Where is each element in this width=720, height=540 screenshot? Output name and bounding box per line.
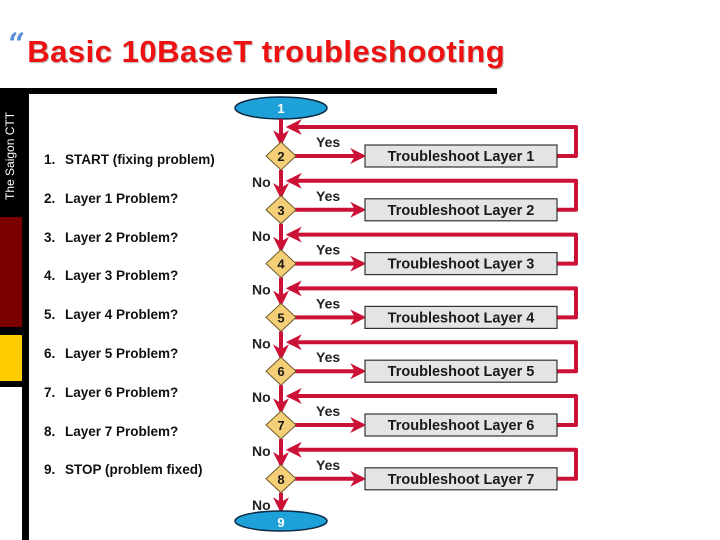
troubleshooting-flowchart: 1 Yes Troubleshoot Layer 1 2 No Yes Troublesho… [234,96,578,532]
action-box-label: Troubleshoot Layer 1 [388,149,535,165]
action-box-label: Troubleshoot Layer 6 [388,418,535,434]
decision-number: 2 [277,149,284,164]
yes-label: Yes [316,295,340,311]
no-label: No [252,174,271,190]
no-label: No [252,443,271,459]
action-box-label: Troubleshoot Layer 4 [388,310,535,326]
yes-label: Yes [316,403,340,419]
action-box-label: Troubleshoot Layer 2 [388,203,535,219]
decision-number: 4 [277,257,285,272]
yes-label: Yes [316,242,340,258]
no-label: No [252,282,271,298]
no-label: No [252,497,271,513]
decision-number: 7 [277,418,284,433]
no-label: No [252,335,271,351]
decision-number: 6 [277,364,284,379]
action-box-label: Troubleshoot Layer 3 [388,257,535,273]
end-terminal-label: 9 [277,515,284,530]
no-label: No [252,228,271,244]
no-label: No [252,389,271,405]
action-box-label: Troubleshoot Layer 7 [388,472,535,488]
yes-label: Yes [316,188,340,204]
decision-number: 5 [277,310,284,325]
yes-label: Yes [316,457,340,473]
decision-number: 3 [277,203,284,218]
start-terminal-label: 1 [277,101,284,116]
yes-label: Yes [316,349,340,365]
action-box-label: Troubleshoot Layer 5 [388,364,535,380]
decision-number: 8 [277,472,284,487]
yes-label: Yes [316,134,340,150]
